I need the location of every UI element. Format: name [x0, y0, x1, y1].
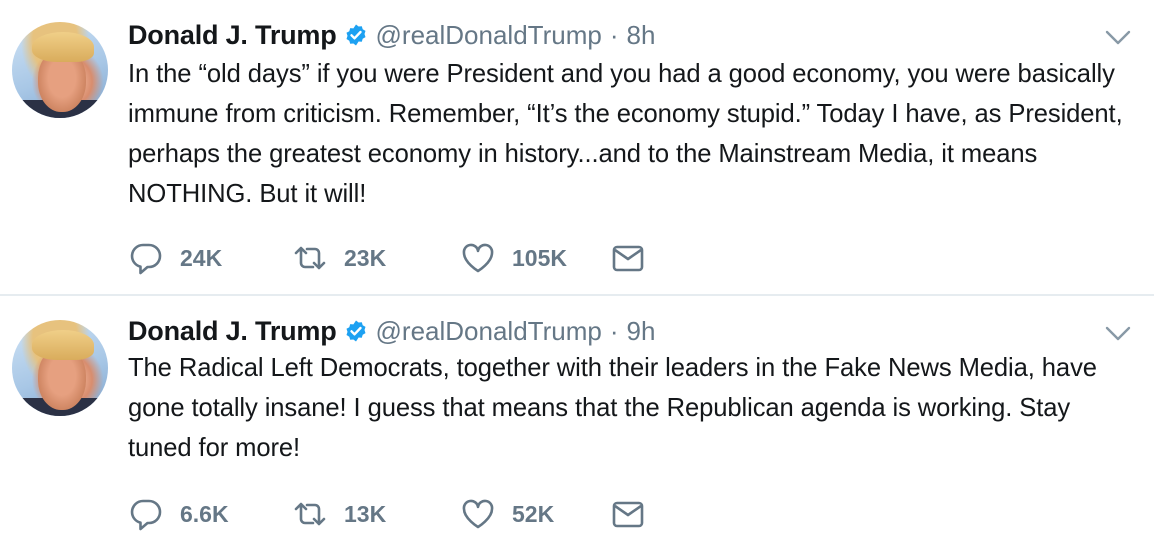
envelope-icon — [612, 501, 644, 528]
reply-icon — [130, 499, 162, 531]
reply-button[interactable]: 6.6K — [128, 494, 292, 534]
reply-button[interactable]: 24K — [128, 238, 292, 278]
retweet-button[interactable]: 13K — [292, 494, 460, 534]
display-name[interactable]: Donald J. Trump — [128, 20, 337, 51]
avatar[interactable] — [12, 22, 108, 118]
tweet[interactable]: Donald J. Trump @realDonaldTrump · 9h Th… — [0, 296, 1154, 531]
verified-badge-icon — [346, 24, 366, 46]
tweet-actions: 24K 23K 105K — [128, 238, 646, 278]
tweet-timestamp[interactable]: 9h — [627, 316, 656, 347]
tweet-text: In the “old days” if you were President … — [128, 60, 1123, 208]
display-name[interactable]: Donald J. Trump — [128, 316, 337, 347]
tweet[interactable]: Donald J. Trump @realDonaldTrump · 8h In… — [0, 0, 1154, 294]
tweet-header: Donald J. Trump @realDonaldTrump · 8h — [128, 18, 655, 52]
verified-badge-icon — [346, 320, 366, 342]
chevron-down-icon[interactable] — [1104, 29, 1132, 47]
heart-icon — [462, 499, 494, 529]
heart-icon — [462, 243, 494, 273]
reply-count: 6.6K — [180, 500, 229, 527]
like-button[interactable]: 52K — [460, 494, 610, 534]
like-count: 105K — [512, 244, 567, 271]
retweet-count: 23K — [344, 244, 387, 271]
user-handle[interactable]: @realDonaldTrump — [376, 20, 602, 51]
tweet-actions: 6.6K 13K 52K — [128, 494, 646, 534]
reply-count: 24K — [180, 244, 223, 271]
reply-icon — [130, 243, 162, 275]
tweet-text: The Radical Left Democrats, together wit… — [128, 354, 1097, 462]
separator-dot: · — [609, 19, 619, 50]
separator-dot: · — [609, 315, 619, 346]
tweet-timestamp[interactable]: 8h — [627, 20, 656, 51]
tweet-header: Donald J. Trump @realDonaldTrump · 9h — [128, 314, 655, 348]
like-button[interactable]: 105K — [460, 238, 610, 278]
retweet-icon — [294, 502, 326, 526]
direct-message-button[interactable] — [610, 494, 646, 534]
envelope-icon — [612, 245, 644, 272]
avatar[interactable] — [12, 320, 108, 416]
like-count: 52K — [512, 500, 555, 527]
direct-message-button[interactable] — [610, 238, 646, 278]
retweet-icon — [294, 246, 326, 270]
retweet-count: 13K — [344, 500, 387, 527]
chevron-down-icon[interactable] — [1104, 325, 1132, 343]
retweet-button[interactable]: 23K — [292, 238, 460, 278]
user-handle[interactable]: @realDonaldTrump — [376, 316, 602, 347]
